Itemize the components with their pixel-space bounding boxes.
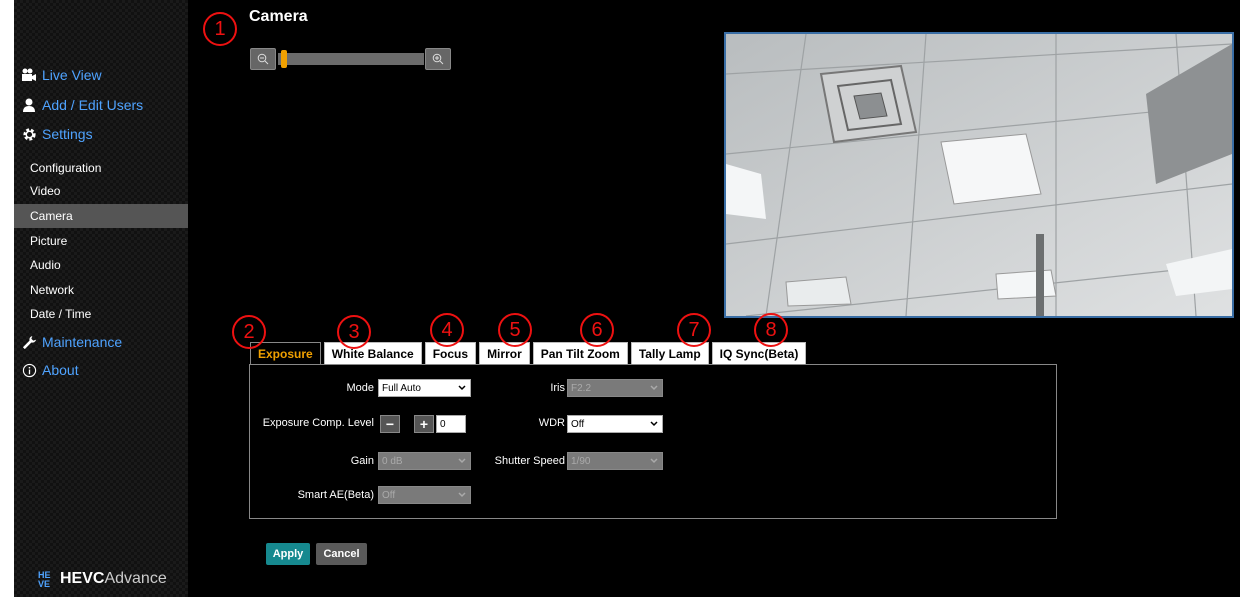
nav-about[interactable]: About [14,357,188,383]
apply-button[interactable]: Apply [266,543,310,565]
nav-picture[interactable]: Picture [14,229,188,253]
exposure-comp-input[interactable]: 0 [436,415,466,433]
nav-audio[interactable]: Audio [14,253,188,277]
tab-exposure[interactable]: Exposure [250,342,321,364]
smart-ae-label: Smart AE(Beta) [297,489,374,501]
chevron-down-icon [650,458,658,464]
chevron-down-icon [458,458,466,464]
chevron-down-icon [458,492,466,498]
user-icon [14,98,40,112]
tab-focus[interactable]: Focus [424,342,477,364]
mode-value: Full Auto [382,382,421,394]
shutter-speed-value: 1/90 [571,455,591,467]
tab-mirror[interactable]: Mirror [479,342,530,364]
wdr-value: Off [571,418,585,430]
zoom-slider-track[interactable] [278,53,424,65]
iris-select[interactable]: F2.2 [567,379,663,397]
exposure-comp-minus-button[interactable]: − [380,415,400,433]
tab-iq-sync[interactable]: IQ Sync(Beta) [711,342,807,364]
nav-settings[interactable]: Settings [14,121,188,147]
shutter-speed-label: Shutter Speed [494,455,565,467]
wdr-select[interactable]: Off [567,415,663,433]
brand-logo: HE VE HEVCAdvance [38,570,167,588]
mode-select[interactable]: Full Auto [378,379,471,397]
ceiling-image [726,34,1232,316]
nav-video[interactable]: Video [14,179,188,203]
settings-tabs: Exposure White Balance Focus Mirror Pan … [250,342,809,364]
nav-configuration[interactable]: Configuration [14,156,188,180]
nav-live-view[interactable]: Live View [14,62,188,88]
zoom-out-button[interactable] [250,48,276,70]
mode-label: Mode [346,382,374,394]
zoom-in-button[interactable] [425,48,451,70]
camera-preview[interactable] [724,32,1234,318]
chevron-down-icon [650,421,658,427]
nav-add-edit-users[interactable]: Add / Edit Users [14,92,188,118]
brand-mark-icon: HE VE [38,570,51,588]
zoom-out-icon [257,53,269,65]
exposure-comp-plus-button[interactable]: + [414,415,434,433]
chevron-down-icon [650,385,658,391]
wrench-icon [14,335,40,350]
shutter-speed-select[interactable]: 1/90 [567,452,663,470]
smart-ae-value: Off [382,489,396,501]
gain-value: 0 dB [382,455,403,467]
nav-label: About [42,362,79,378]
cancel-button[interactable]: Cancel [316,543,367,565]
page-title: Camera [249,8,308,25]
nav-network[interactable]: Network [14,278,188,302]
nav-label: Settings [42,126,93,142]
gain-select[interactable]: 0 dB [378,452,471,470]
tab-pan-tilt-zoom[interactable]: Pan Tilt Zoom [532,342,628,364]
chevron-down-icon [458,385,466,391]
camera-icon [14,68,40,82]
smart-ae-select[interactable]: Off [378,486,471,504]
zoom-slider-thumb[interactable] [280,50,287,68]
exposure-comp-label: Exposure Comp. Level [262,417,374,429]
tab-tally-lamp[interactable]: Tally Lamp [630,342,709,364]
nav-maintenance[interactable]: Maintenance [14,329,188,355]
gear-icon [14,127,40,142]
iris-value: F2.2 [571,382,592,394]
wdr-label: WDR [538,417,565,429]
iris-label: Iris [550,382,565,394]
nav-label: Live View [42,67,102,83]
tab-white-balance[interactable]: White Balance [323,342,422,364]
zoom-in-icon [432,53,444,65]
nav-camera[interactable]: Camera [14,204,188,228]
info-icon [14,363,40,378]
nav-label: Add / Edit Users [42,97,144,113]
gain-label: Gain [350,455,374,467]
exposure-panel: Mode Full Auto Exposure Comp. Level − + … [249,364,1057,519]
brand-name: HEVCAdvance [60,570,167,587]
nav-label: Maintenance [42,334,123,350]
svg-text:VE: VE [38,579,50,588]
sidebar: Live View Add / Edit Users Settings Conf… [14,0,188,597]
nav-date-time[interactable]: Date / Time [14,302,188,326]
